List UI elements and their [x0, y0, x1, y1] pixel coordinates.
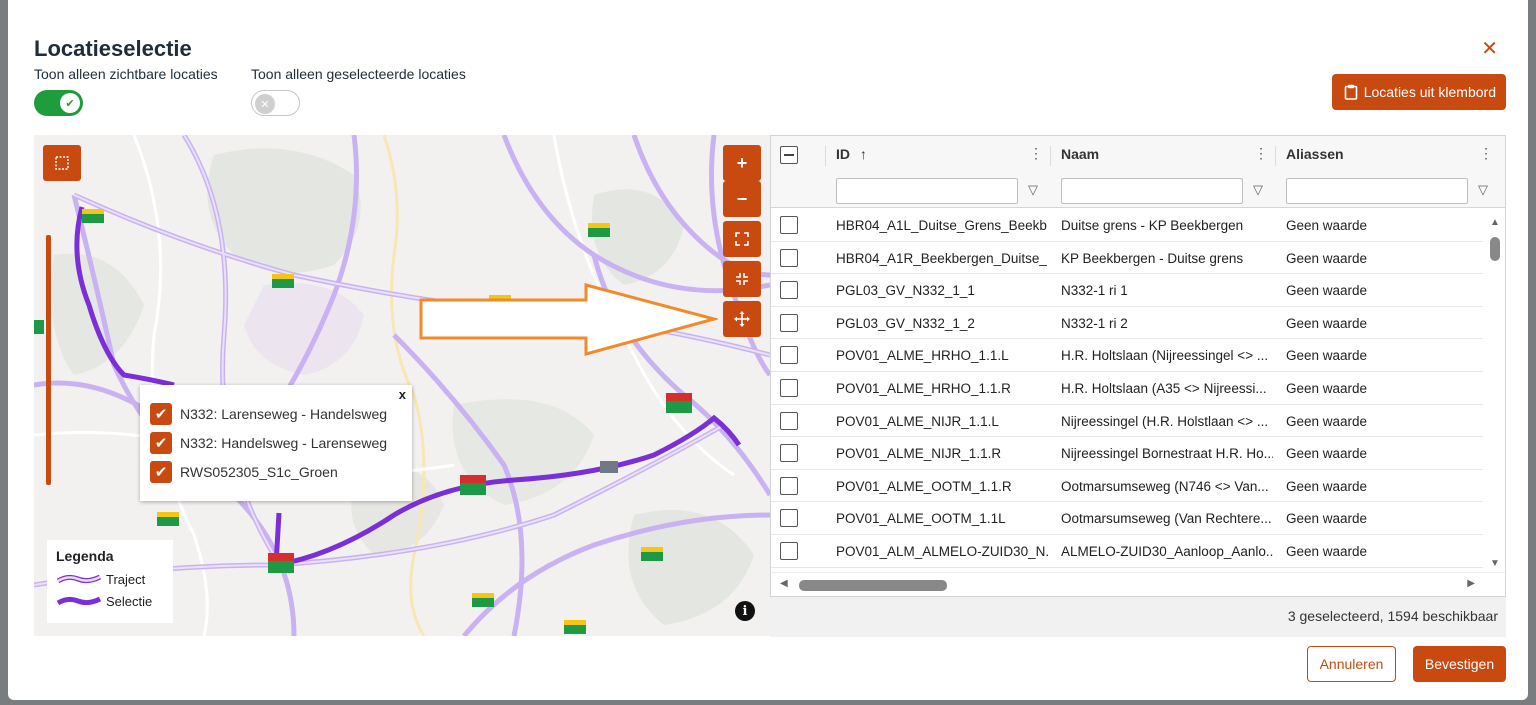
table-row[interactable]: PGL03_GV_N332_1_1 N332-1 ri 1 Geen waarde	[771, 274, 1483, 307]
scroll-right-icon[interactable]: ▶	[1467, 578, 1475, 589]
table-row[interactable]: POV01_ALM_ALMELO-ZUID30_N... ALMELO-ZUID3…	[771, 535, 1483, 568]
row-checkbox[interactable]	[780, 509, 798, 528]
row-checkbox[interactable]	[780, 216, 798, 234]
table-row[interactable]: PGL03_GV_N332_1_2 N332-1 ri 2 Geen waarde	[771, 307, 1483, 340]
confirm-button[interactable]: Bevestigen	[1413, 646, 1506, 682]
table-row[interactable]: POV01_ALME_OOTM_1.1.R Ootmarsumseweg (N74…	[771, 470, 1483, 503]
checkbox-checked-icon[interactable]: ✔	[150, 432, 172, 454]
pan-button[interactable]	[723, 301, 761, 337]
map-legend: Legenda Traject Selectie	[47, 540, 173, 623]
map-selection-popup: x ✔ N332: Larenseweg - Handelsweg ✔ N332…	[140, 385, 412, 501]
grid-rows: HBR04_A1L_Duitse_Grens_Beekb... Duitse gr…	[771, 209, 1483, 568]
row-checkbox[interactable]	[780, 411, 798, 430]
row-checkbox[interactable]	[780, 346, 798, 365]
row-checkbox[interactable]	[780, 281, 798, 300]
map-view[interactable]: + − x ✔ N332: Larenseweg - Handelsweg ✔ …	[34, 135, 770, 636]
legend-title: Legenda	[56, 548, 114, 564]
popup-item-label: RWS052305_S1c_Groen	[180, 464, 338, 480]
check-icon: ✔	[60, 93, 80, 113]
column-menu-icon[interactable]: ⋮	[1254, 145, 1268, 162]
cancel-button[interactable]: Annuleren	[1307, 646, 1396, 682]
row-checkbox[interactable]	[780, 248, 798, 267]
scroll-up-icon[interactable]: ▲	[1490, 217, 1500, 228]
table-row[interactable]: POV01_ALME_OOTM_1.1L Ootmarsumseweg (Van …	[771, 502, 1483, 535]
row-checkbox[interactable]	[780, 541, 798, 560]
column-divider	[1275, 146, 1276, 166]
locations-grid: ID ↑ ⋮ Naam ⋮ Aliassen ⋮ ▽ ▽ ▽ HBR04_A1L…	[770, 135, 1506, 597]
scroll-left-icon[interactable]: ◀	[780, 578, 788, 589]
column-divider	[825, 146, 826, 166]
dialog-title: Locatieselectie	[34, 36, 192, 61]
filter-input-aliassen[interactable]	[1286, 178, 1468, 204]
popup-item-label: N332: Handelsweg - Larenseweg	[180, 435, 388, 451]
column-menu-icon[interactable]: ⋮	[1479, 145, 1493, 162]
selected-locations-label: Toon alleen geselecteerde locaties	[251, 66, 466, 82]
legend-item: Traject	[56, 568, 164, 590]
filter-input-id[interactable]	[836, 178, 1018, 204]
column-header-id[interactable]: ID ↑	[836, 146, 867, 162]
selected-locations-toggle[interactable]: ✕	[251, 90, 300, 116]
info-icon[interactable]: i	[735, 601, 755, 621]
fullscreen-icon	[735, 232, 749, 246]
checkbox-checked-icon[interactable]: ✔	[150, 403, 172, 425]
clipboard-icon	[1344, 84, 1358, 100]
popup-close-icon[interactable]: x	[399, 387, 406, 402]
legend-item-label: Traject	[106, 571, 146, 587]
visible-locations-label: Toon alleen zichtbare locaties	[34, 66, 218, 82]
filter-icon[interactable]: ▽	[1028, 182, 1038, 198]
x-icon: ✕	[255, 94, 275, 114]
row-checkbox[interactable]	[780, 444, 798, 463]
select-area-button[interactable]	[43, 145, 81, 181]
pan-icon	[734, 311, 750, 327]
scrollbar-thumb[interactable]	[799, 580, 947, 591]
close-icon[interactable]: ✕	[1481, 39, 1498, 59]
table-row[interactable]: HBR04_A1L_Duitse_Grens_Beekb... Duitse gr…	[771, 209, 1483, 242]
select-area-icon	[55, 156, 69, 170]
row-checkbox[interactable]	[780, 476, 798, 495]
popup-item[interactable]: ✔ RWS052305_S1c_Groen	[150, 461, 338, 483]
table-row[interactable]: POV01_ALME_HRHO_1.1.R H.R. Holtslaan (A35…	[771, 372, 1483, 405]
location-selection-dialog: Locatieselectie ✕ Toon alleen zichtbare …	[8, 0, 1528, 700]
zoom-in-button[interactable]: +	[723, 145, 761, 181]
clipboard-button-label: Locaties uit klembord	[1363, 84, 1496, 100]
fullscreen-button[interactable]	[723, 221, 761, 257]
clipboard-locations-button[interactable]: Locaties uit klembord	[1331, 74, 1506, 110]
table-row[interactable]: POV01_ALME_NIJR_1.1.L Nijreessingel (H.R.…	[771, 405, 1483, 438]
exit-fullscreen-icon	[736, 273, 748, 285]
row-checkbox[interactable]	[780, 313, 798, 332]
grid-header: ID ↑ ⋮ Naam ⋮ Aliassen ⋮ ▽ ▽ ▽	[771, 136, 1505, 208]
popup-item[interactable]: ✔ N332: Handelsweg - Larenseweg	[150, 432, 387, 454]
filter-input-naam[interactable]	[1061, 178, 1243, 204]
vertical-scrollbar[interactable]: ▲ ▼	[1485, 209, 1505, 571]
popup-item[interactable]: ✔ N332: Larenseweg - Handelsweg	[150, 403, 387, 425]
selection-count: 3 geselecteerd, 1594 beschikbaar	[1287, 608, 1498, 624]
column-header-naam[interactable]: Naam	[1061, 146, 1099, 162]
selection-line-icon	[56, 596, 102, 606]
row-checkbox[interactable]	[780, 378, 798, 397]
scroll-down-icon[interactable]: ▼	[1490, 558, 1500, 569]
column-header-aliassen[interactable]: Aliassen	[1286, 146, 1344, 162]
annotation-arrow	[419, 283, 718, 356]
zoom-out-button[interactable]: −	[723, 181, 761, 217]
select-all-checkbox[interactable]	[780, 146, 798, 164]
visible-locations-toggle[interactable]: ✔	[34, 90, 83, 116]
scrollbar-thumb[interactable]	[1490, 237, 1500, 261]
popup-item-label: N332: Larenseweg - Handelsweg	[180, 406, 388, 422]
horizontal-scrollbar[interactable]: ◀ ▶	[771, 572, 1505, 596]
sort-ascending-icon[interactable]: ↑	[860, 146, 867, 162]
column-menu-icon[interactable]: ⋮	[1029, 145, 1043, 162]
table-row[interactable]: POV01_ALME_NIJR_1.1.R Nijreessingel Borne…	[771, 437, 1483, 470]
filter-icon[interactable]: ▽	[1478, 182, 1488, 198]
traject-line-icon	[56, 574, 102, 584]
map-scale-bar	[46, 235, 51, 485]
table-row[interactable]: HBR04_A1R_Beekbergen_Duitse_... KP Beekbe…	[771, 242, 1483, 275]
legend-item: Selectie	[56, 590, 164, 612]
checkbox-checked-icon[interactable]: ✔	[150, 461, 172, 483]
column-divider	[1050, 146, 1051, 166]
filter-icon[interactable]: ▽	[1253, 182, 1263, 198]
table-row[interactable]: POV01_ALME_HRHO_1.1.L H.R. Holtslaan (Nij…	[771, 339, 1483, 372]
legend-item-label: Selectie	[106, 593, 153, 609]
exit-fullscreen-button[interactable]	[723, 261, 761, 297]
